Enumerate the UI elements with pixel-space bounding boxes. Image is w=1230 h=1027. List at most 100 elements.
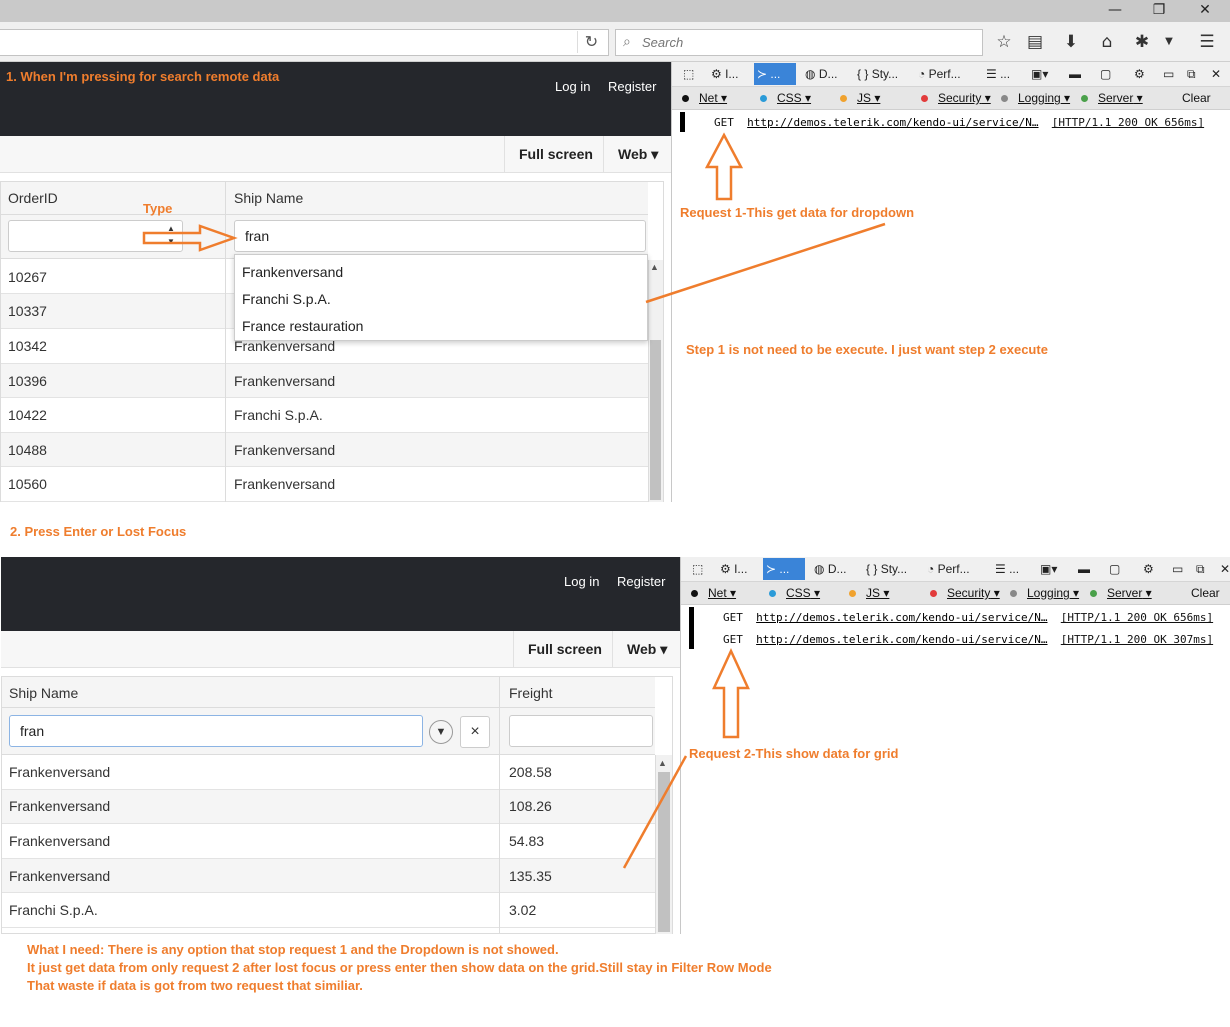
scrollbar-thumb[interactable] xyxy=(650,340,661,500)
dock-icon[interactable]: ▭ xyxy=(1169,558,1186,580)
devtools-close-icon[interactable]: ✕ xyxy=(1208,63,1224,85)
filter-server[interactable]: Server ▾ xyxy=(1081,89,1143,107)
filter-logging[interactable]: Logging ▾ xyxy=(1010,584,1079,602)
table-row[interactable] xyxy=(2,893,655,928)
settings-gear-icon[interactable]: ⚙ xyxy=(1131,63,1148,85)
filter-css[interactable]: CSS ▾ xyxy=(769,584,820,602)
undock-icon[interactable]: ⧉ xyxy=(1193,558,1208,580)
devtools-tab-style[interactable]: { } Sty... xyxy=(863,558,910,580)
dock-icon[interactable]: ▭ xyxy=(1160,63,1177,85)
fullscreen-button[interactable]: Full screen xyxy=(513,631,616,667)
clear-button[interactable]: Clear xyxy=(1182,89,1211,107)
dropdown-item[interactable]: Frankenversand xyxy=(242,264,343,280)
shipname-filter-input[interactable] xyxy=(9,715,423,747)
reload-icon[interactable]: ↻ xyxy=(577,31,605,53)
cell-orderid: 10342 xyxy=(8,338,47,354)
filter-net[interactable]: Net ▾ xyxy=(682,89,727,107)
cell-shipname: Frankenversand xyxy=(234,442,336,458)
undock-icon[interactable]: ⧉ xyxy=(1184,63,1199,85)
cell-orderid: 10560 xyxy=(8,476,47,492)
network-log-line[interactable]: GET http://demos.telerik.com/kendo-ui/se… xyxy=(714,116,1204,129)
register-link[interactable]: Register xyxy=(608,79,656,94)
screenshot-icon[interactable]: ▬ xyxy=(1075,558,1093,580)
devtools-tab-network[interactable]: ☰ ... xyxy=(983,63,1013,85)
url-bar[interactable] xyxy=(0,29,609,56)
clear-button[interactable]: Clear xyxy=(1191,584,1220,602)
developer-icon[interactable]: ✱ xyxy=(1129,30,1155,54)
cell-shipname: Frankenversand xyxy=(9,764,111,780)
screenshot-icon[interactable]: ▬ xyxy=(1066,63,1084,85)
devtools-tab-network[interactable]: ☰ ... xyxy=(992,558,1022,580)
frame-icon[interactable]: ▢ xyxy=(1106,558,1123,580)
close-icon[interactable]: ✕ xyxy=(1182,0,1228,22)
restore-icon[interactable]: ❐ xyxy=(1136,0,1182,22)
fullscreen-button[interactable]: Full screen xyxy=(504,136,607,172)
cell-shipname: Frankenversand xyxy=(234,373,336,389)
column-header-orderid[interactable]: OrderID xyxy=(8,190,58,206)
filter-operator-icon[interactable]: ▼ xyxy=(429,720,453,744)
responsive-icon[interactable]: ▣▾ xyxy=(1028,63,1051,85)
log-marker xyxy=(680,112,685,132)
dropdown-item[interactable]: France restauration xyxy=(242,318,363,334)
console-filter-bar: Net ▾ CSS ▾ JS ▾ Security ▾ Logging ▾ Se… xyxy=(681,582,1230,605)
devtools-tab-inspector[interactable]: ⚙ I... xyxy=(708,63,741,85)
filter-security[interactable]: Security ▾ xyxy=(921,89,991,107)
web-dropdown-button[interactable]: Web ▾ xyxy=(612,631,681,667)
column-header-freight[interactable]: Freight xyxy=(509,685,553,701)
freight-filter-input[interactable] xyxy=(509,715,653,747)
filter-security[interactable]: Security ▾ xyxy=(930,584,1000,602)
bookmark-star-icon[interactable]: ☆ xyxy=(991,30,1017,54)
filter-logging[interactable]: Logging ▾ xyxy=(1001,89,1070,107)
home-icon[interactable]: ⌂ xyxy=(1094,30,1120,54)
annotation-step1: 1. When I'm pressing for search remote d… xyxy=(6,69,280,84)
devtools-tab-performance[interactable]: ◔ Perf... xyxy=(924,558,973,580)
inspector-pick-icon[interactable]: ⬚ xyxy=(689,558,706,580)
network-log-line[interactable]: GET http://demos.telerik.com/kendo-ui/se… xyxy=(723,611,1213,624)
filter-net[interactable]: Net ▾ xyxy=(691,584,736,602)
cell-shipname: Frankenversand xyxy=(9,798,111,814)
devtools-tab-style[interactable]: { } Sty... xyxy=(854,63,901,85)
filter-js[interactable]: JS ▾ xyxy=(849,584,889,602)
cell-orderid: 10337 xyxy=(8,303,47,319)
chevron-down-icon[interactable]: ▼ xyxy=(1156,30,1182,54)
cell-orderid: 10396 xyxy=(8,373,47,389)
login-link[interactable]: Log in xyxy=(564,574,599,589)
register-link[interactable]: Register xyxy=(617,574,665,589)
download-icon[interactable]: ⬇ xyxy=(1058,30,1084,54)
column-header-shipname[interactable]: Ship Name xyxy=(9,685,78,701)
filter-css[interactable]: CSS ▾ xyxy=(760,89,811,107)
devtools-tab-debugger[interactable]: ◍ D... xyxy=(802,63,840,85)
cell-orderid: 10488 xyxy=(8,442,47,458)
devtools-tab-performance[interactable]: ◔ Perf... xyxy=(915,63,964,85)
devtools-tab-console[interactable]: ≻ ... xyxy=(763,558,805,580)
filter-js[interactable]: JS ▾ xyxy=(840,89,880,107)
login-link[interactable]: Log in xyxy=(555,79,590,94)
browser-search-box[interactable]: ⌕ xyxy=(615,29,983,56)
cell-freight: 208.58 xyxy=(509,764,552,780)
menu-icon[interactable]: ☰ xyxy=(1194,30,1220,54)
dropdown-item[interactable]: Franchi S.p.A. xyxy=(242,291,331,307)
frame-icon[interactable]: ▢ xyxy=(1097,63,1114,85)
devtools-divider xyxy=(680,557,681,934)
column-header-shipname[interactable]: Ship Name xyxy=(234,190,303,206)
column-divider xyxy=(499,755,500,934)
inspector-pick-icon[interactable]: ⬚ xyxy=(680,63,697,85)
browser-search-input[interactable] xyxy=(642,33,972,52)
responsive-icon[interactable]: ▣▾ xyxy=(1037,558,1060,580)
reading-list-icon[interactable]: ▤ xyxy=(1022,30,1048,54)
devtools-close-icon[interactable]: ✕ xyxy=(1217,558,1230,580)
shipname-filter-input[interactable] xyxy=(234,220,646,252)
request2-up-arrow xyxy=(712,648,750,739)
network-log-line[interactable]: GET http://demos.telerik.com/kendo-ui/se… xyxy=(723,633,1213,646)
clear-filter-button[interactable]: × xyxy=(460,716,490,748)
web-dropdown-button[interactable]: Web ▾ xyxy=(603,136,672,172)
filter-server[interactable]: Server ▾ xyxy=(1090,584,1152,602)
devtools-tab-inspector[interactable]: ⚙ I... xyxy=(717,558,750,580)
cell-freight: 135.35 xyxy=(509,868,552,884)
table-row[interactable] xyxy=(1,398,648,433)
settings-gear-icon[interactable]: ⚙ xyxy=(1140,558,1157,580)
minimize-icon[interactable]: — xyxy=(1092,0,1138,22)
devtools-tab-debugger[interactable]: ◍ D... xyxy=(811,558,849,580)
request2-pointer-line xyxy=(622,755,688,869)
devtools-tab-console[interactable]: ≻ ... xyxy=(754,63,796,85)
